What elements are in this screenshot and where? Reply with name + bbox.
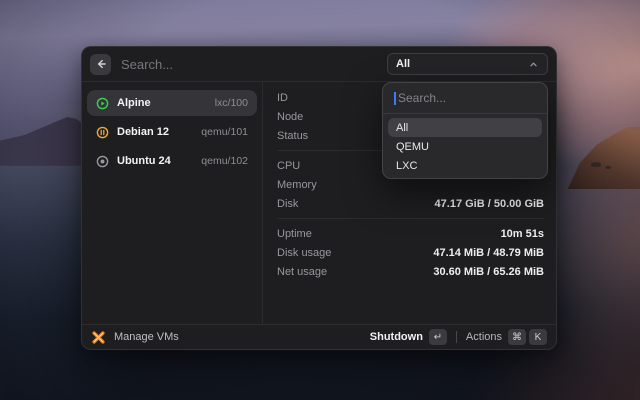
search-input[interactable]: Search... bbox=[121, 57, 387, 72]
footer-app-label: Manage VMs bbox=[114, 331, 179, 343]
detail-label: Node bbox=[277, 110, 304, 123]
dropdown-option-qemu[interactable]: QEMU bbox=[388, 137, 542, 156]
detail-row-uptime: Uptime 10m 51s bbox=[263, 224, 556, 243]
enter-key-badge[interactable]: ↵ bbox=[428, 329, 447, 345]
pause-status-icon bbox=[96, 126, 109, 139]
detail-label: CPU bbox=[277, 159, 301, 172]
back-button[interactable] bbox=[90, 53, 111, 75]
dropdown-option-lxc[interactable]: LXC bbox=[388, 156, 542, 175]
vm-row-alpine[interactable]: Alpine lxc/100 bbox=[87, 90, 257, 116]
cmd-key-badge[interactable]: ⌘ bbox=[508, 329, 526, 345]
actions-menu-label[interactable]: Actions bbox=[466, 331, 502, 343]
detail-value: 47.17 GiB / 50.00 GiB bbox=[434, 197, 544, 210]
detail-value: 30.60 MiB / 65.26 MiB bbox=[433, 265, 544, 278]
vm-manager-window: Search... All Search... All QEMU LXC Alp… bbox=[81, 46, 557, 350]
text-cursor bbox=[394, 91, 396, 105]
vm-row-ubuntu[interactable]: Ubuntu 24 qemu/102 bbox=[87, 148, 257, 174]
k-key-badge[interactable]: K bbox=[529, 329, 547, 345]
footer-divider bbox=[455, 331, 457, 343]
vm-list: Alpine lxc/100 Debian 12 qemu/101 Ubuntu… bbox=[82, 82, 263, 324]
detail-label: Net usage bbox=[277, 265, 328, 278]
dropdown-option-all[interactable]: All bbox=[388, 118, 542, 137]
dropdown-search-placeholder: Search... bbox=[398, 91, 447, 105]
type-filter-value: All bbox=[396, 58, 411, 70]
detail-row-disk: Disk 47.17 GiB / 50.00 GiB bbox=[263, 194, 556, 213]
play-status-icon bbox=[96, 97, 109, 110]
detail-label: Disk bbox=[277, 197, 299, 210]
vm-row-debian[interactable]: Debian 12 qemu/101 bbox=[87, 119, 257, 145]
vm-name: Alpine bbox=[117, 97, 151, 109]
detail-value: 10m 51s bbox=[500, 227, 544, 240]
detail-row-net-usage: Net usage 30.60 MiB / 65.26 MiB bbox=[263, 262, 556, 281]
chevron-up-icon bbox=[528, 59, 539, 70]
shutdown-action-label[interactable]: Shutdown bbox=[370, 331, 423, 343]
type-filter-select[interactable]: All bbox=[387, 53, 548, 75]
detail-group-usage: Uptime 10m 51s Disk usage 47.14 MiB / 48… bbox=[263, 219, 556, 286]
vm-name: Debian 12 bbox=[117, 126, 169, 138]
detail-row-disk-usage: Disk usage 47.14 MiB / 48.79 MiB bbox=[263, 243, 556, 262]
detail-label: ID bbox=[277, 91, 288, 104]
dropdown-search-input[interactable]: Search... bbox=[383, 83, 547, 114]
vm-name: Ubuntu 24 bbox=[117, 155, 171, 167]
vm-id: qemu/101 bbox=[201, 126, 248, 138]
proxmox-logo-icon bbox=[92, 330, 105, 344]
detail-label: Disk usage bbox=[277, 246, 332, 259]
vm-id: lxc/100 bbox=[214, 97, 248, 109]
footer-app: Manage VMs bbox=[91, 330, 179, 345]
detail-label: Uptime bbox=[277, 227, 312, 240]
detail-label: Memory bbox=[277, 178, 317, 191]
dropdown-options: All QEMU LXC bbox=[383, 114, 547, 178]
vm-id: qemu/102 bbox=[201, 155, 248, 167]
window-header: Search... All Search... All QEMU LXC bbox=[82, 47, 556, 179]
back-arrow-icon bbox=[97, 59, 106, 69]
type-filter-dropdown: Search... All QEMU LXC bbox=[382, 82, 548, 179]
window-footer: Manage VMs Shutdown ↵ Actions ⌘ K bbox=[82, 324, 556, 349]
footer-actions: Shutdown ↵ Actions ⌘ K bbox=[370, 329, 547, 345]
detail-label: Status bbox=[277, 129, 309, 142]
stopped-status-icon bbox=[96, 155, 109, 168]
detail-value: 47.14 MiB / 48.79 MiB bbox=[433, 246, 544, 259]
